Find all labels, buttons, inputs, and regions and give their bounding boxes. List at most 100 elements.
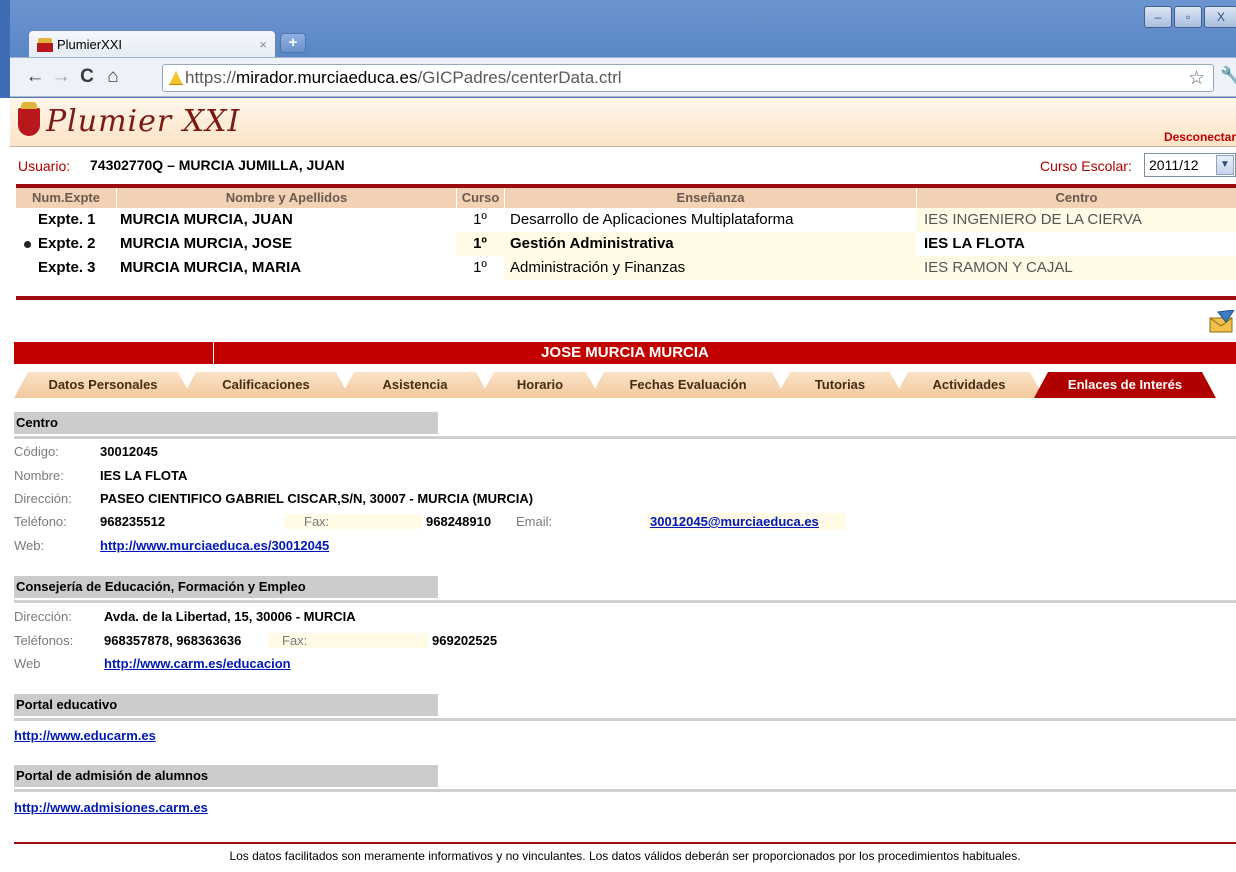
plumier-favicon-icon [37, 37, 53, 52]
student-row[interactable]: Expte. 1 MURCIA MURCIA, JUAN 1º Desarrol… [16, 208, 1236, 232]
tab-strip: PlumierXXI × + – ▫ X [10, 0, 1236, 58]
tab-datos-personales[interactable]: Datos Personales [14, 372, 192, 398]
minimize-button[interactable]: – [1144, 6, 1172, 28]
reload-icon[interactable]: C [74, 66, 100, 88]
student-curso: 1º [473, 235, 487, 252]
tab-tutorias[interactable]: Tutorias [776, 372, 904, 398]
wrench-menu-icon[interactable]: 🔧 [1220, 66, 1236, 86]
chevron-down-icon[interactable]: ▼ [1216, 155, 1234, 175]
col-centro: Centro [916, 188, 1236, 208]
col-nombre: Nombre y Apellidos [116, 188, 456, 208]
codigo-label: Código: [14, 444, 59, 459]
student-centro: IES INGENIERO DE LA CIERVA [924, 211, 1142, 228]
student-expte[interactable]: Expte. 1 [38, 211, 96, 228]
tab-title: PlumierXXI [57, 37, 123, 52]
web-page: Plumier XXI Desconectar Usuario: 7430277… [10, 98, 1236, 872]
page-header: Plumier XXI Desconectar [10, 98, 1236, 146]
student-curso: 1º [473, 259, 487, 276]
nombre-value: IES LA FLOTA [100, 468, 188, 483]
col-curso: Curso [456, 188, 504, 208]
fax-label: Fax: [284, 514, 422, 529]
telefono-value: 968235512 [100, 514, 166, 529]
tab-calificaciones[interactable]: Calificaciones [182, 372, 350, 398]
fax-value: 969202525 [432, 633, 498, 648]
portal-educativo-link[interactable]: http://www.educarm.es [14, 728, 156, 743]
tab-close-icon[interactable]: × [259, 37, 267, 52]
direccion-label: Dirección: [14, 491, 72, 506]
web-link[interactable]: http://www.carm.es/educacion [104, 656, 291, 671]
telefono-label: Teléfono: [14, 514, 67, 529]
student-row-selected[interactable]: Expte. 2 MURCIA MURCIA, JOSE 1º Gestión … [16, 232, 1236, 256]
col-ensenanza: Enseñanza [504, 188, 916, 208]
maximize-button[interactable]: ▫ [1174, 6, 1202, 28]
user-bar: Usuario: 74302770Q – MURCIA JUMILLA, JUA… [10, 146, 1236, 182]
student-name: JOSE MURCIA MURCIA [541, 344, 709, 361]
user-value: 74302770Q – MURCIA JUMILLA, JUAN [90, 157, 345, 173]
student-expte[interactable]: Expte. 3 [38, 259, 96, 276]
url-path: /GICPadres/centerData.ctrl [417, 68, 622, 87]
section-tabs: Datos Personales Calificaciones Asistenc… [14, 372, 1236, 398]
section-title: Portal de admisión de alumnos [14, 765, 438, 787]
student-nombre[interactable]: MURCIA MURCIA, JUAN [120, 211, 293, 228]
web-label: Web: [14, 538, 45, 553]
address-bar[interactable]: https://mirador.murciaeduca.es/GICPadres… [162, 64, 1214, 92]
student-centro: IES LA FLOTA [924, 235, 1025, 252]
web-link[interactable]: http://www.murciaeduca.es/30012045 [100, 538, 329, 553]
new-tab-button[interactable]: + [280, 33, 306, 53]
browser-toolbar: ← → C ⌂ https://mirador.murciaeduca.es/G… [10, 57, 1236, 97]
direccion-value: PASEO CIENTIFICO GABRIEL CISCAR,S/N, 300… [100, 491, 534, 506]
direccion-value: Avda. de la Libertad, 15, 30006 - MURCIA [104, 609, 356, 624]
web-label: Web [14, 656, 41, 671]
email-label: Email: [516, 514, 553, 529]
tab-actividades[interactable]: Actividades [894, 372, 1044, 398]
section-portal-educativo: Portal educativo [14, 694, 1236, 721]
email-link[interactable]: 30012045@murciaeduca.es [650, 514, 819, 529]
student-ensenanza: Desarrollo de Aplicaciones Multiplatafor… [510, 211, 794, 228]
section-title: Portal educativo [14, 694, 438, 716]
students-table: Num.Expte Nombre y Apellidos Curso Enseñ… [16, 184, 1236, 300]
home-icon[interactable]: ⌂ [100, 66, 126, 88]
tab-horario[interactable]: Horario [480, 372, 600, 398]
bookmark-star-icon[interactable]: ☆ [1188, 67, 1205, 90]
envelope-icon[interactable] [1208, 310, 1236, 334]
codigo-value: 30012045 [100, 444, 158, 459]
url-scheme: https:// [185, 68, 237, 87]
browser-tab[interactable]: PlumierXXI × [28, 30, 276, 58]
student-ensenanza: Gestión Administrativa [510, 235, 674, 252]
school-year-select[interactable]: 2011/12 ▼ [1144, 153, 1236, 177]
tab-enlaces-de-interes[interactable]: Enlaces de Interés [1034, 372, 1216, 398]
telefonos-label: Teléfonos: [14, 633, 74, 648]
direccion-label: Dirección: [14, 609, 72, 624]
murcia-shield-icon [18, 102, 40, 136]
security-warning-icon [169, 71, 183, 85]
fax-label: Fax: [268, 633, 428, 648]
student-curso: 1º [473, 211, 487, 228]
tab-fechas-evaluacion[interactable]: Fechas Evaluación [590, 372, 786, 398]
section-centro: Centro [14, 412, 1236, 439]
student-expte[interactable]: Expte. 2 [38, 235, 96, 252]
student-centro: IES RAMON Y CAJAL [924, 259, 1073, 276]
back-arrow-icon[interactable]: ← [22, 66, 48, 88]
browser-chrome: PlumierXXI × + – ▫ X ← → C ⌂ https://mir… [0, 0, 1236, 98]
student-nombre[interactable]: MURCIA MURCIA, MARIA [120, 259, 301, 276]
tab-asistencia[interactable]: Asistencia [340, 372, 490, 398]
close-window-button[interactable]: X [1204, 6, 1236, 28]
section-title: Consejería de Educación, Formación y Emp… [14, 576, 438, 598]
telefonos-value: 968357878, 968363636 [104, 633, 242, 648]
disconnect-link[interactable]: Desconectar [1164, 130, 1236, 144]
section-portal-admision: Portal de admisión de alumnos [14, 765, 1236, 792]
app-logo: Plumier XXI [46, 104, 241, 139]
section-title: Centro [14, 412, 438, 434]
forward-arrow-icon[interactable]: → [48, 66, 74, 88]
section-consejeria: Consejería de Educación, Formación y Emp… [14, 576, 1236, 603]
student-row[interactable]: Expte. 3 MURCIA MURCIA, MARIA 1º Adminis… [16, 256, 1236, 280]
portal-admision-link[interactable]: http://www.admisiones.carm.es [14, 800, 208, 815]
school-year-label: Curso Escolar: [1040, 158, 1132, 174]
student-name-banner: JOSE MURCIA MURCIA [14, 342, 1236, 364]
fax-value: 968248910 [426, 514, 492, 529]
selected-bullet-icon [24, 241, 31, 248]
user-label: Usuario: [18, 158, 71, 174]
nombre-label: Nombre: [14, 468, 64, 483]
student-ensenanza: Administración y Finanzas [510, 259, 686, 276]
student-nombre[interactable]: MURCIA MURCIA, JOSE [120, 235, 292, 252]
